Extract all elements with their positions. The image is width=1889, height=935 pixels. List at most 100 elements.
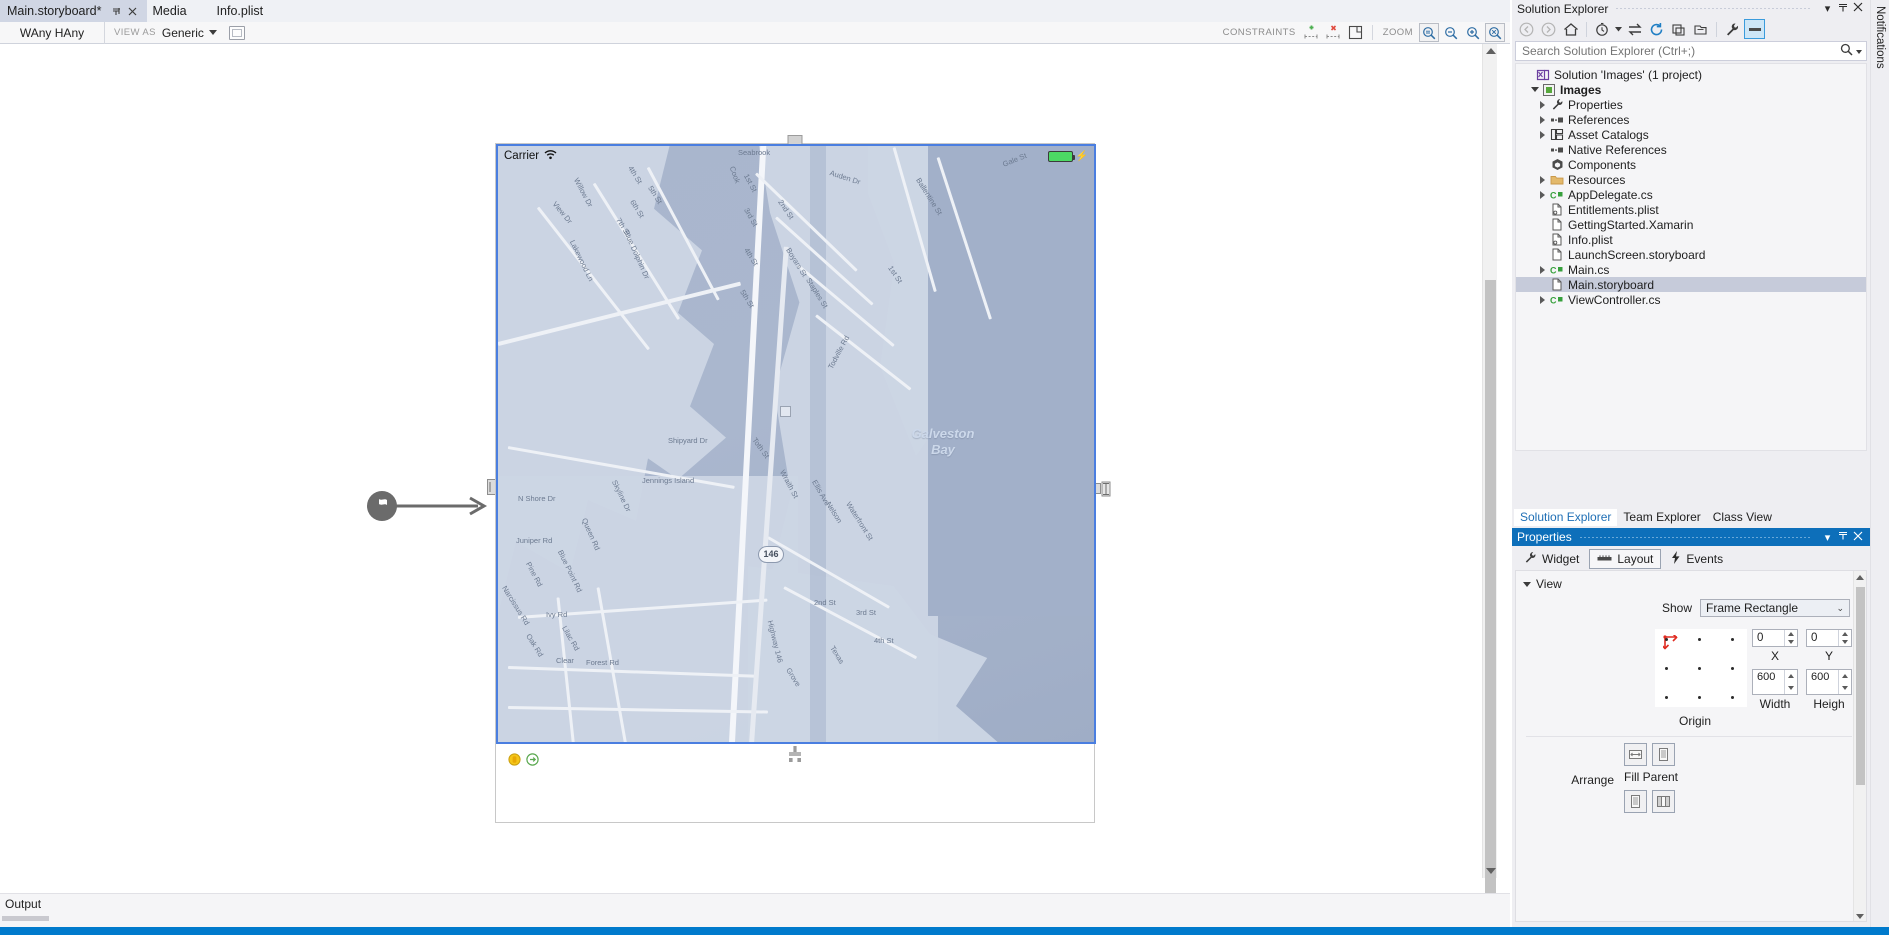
stepper-down-icon[interactable] bbox=[1788, 640, 1794, 644]
size-class-button[interactable]: WAny HAny bbox=[0, 22, 105, 44]
stepper-down-icon[interactable] bbox=[1842, 640, 1848, 644]
anchor-dot[interactable] bbox=[1665, 638, 1668, 641]
x-value[interactable]: 0 bbox=[1753, 630, 1784, 646]
tree-expander[interactable] bbox=[1536, 191, 1549, 199]
back-icon[interactable] bbox=[1516, 19, 1537, 39]
close-icon[interactable] bbox=[126, 6, 140, 17]
scroll-up-icon[interactable] bbox=[1486, 48, 1496, 54]
pin-icon[interactable] bbox=[1835, 2, 1850, 16]
tree-item-viewcontroller-cs[interactable]: C ViewController.cs bbox=[1516, 292, 1866, 307]
fill-horizontal-icon[interactable] bbox=[1624, 743, 1647, 766]
home-icon[interactable] bbox=[1560, 19, 1581, 39]
tree-item-solution[interactable]: Solution 'Images' (1 project) bbox=[1516, 67, 1866, 82]
solution-explorer-tree[interactable]: Solution 'Images' (1 project) Images Pro… bbox=[1515, 63, 1867, 451]
tree-item-components[interactable]: Components bbox=[1516, 157, 1866, 172]
stepper-up-icon[interactable] bbox=[1842, 632, 1848, 636]
stepper-up-icon[interactable] bbox=[1842, 674, 1848, 678]
height-value[interactable]: 600 bbox=[1807, 670, 1838, 694]
tab-team-explorer[interactable]: Team Explorer bbox=[1617, 509, 1706, 526]
tree-item-gettingstarted-xamarin[interactable]: GettingStarted.Xamarin bbox=[1516, 217, 1866, 232]
tree-item-entitlements-plist[interactable]: Entitlements.plist bbox=[1516, 202, 1866, 217]
exit-segue-icon[interactable] bbox=[526, 753, 539, 769]
anchor-dot[interactable] bbox=[1665, 667, 1668, 670]
stepper-down-icon[interactable] bbox=[1788, 686, 1794, 690]
width-value[interactable]: 600 bbox=[1753, 670, 1784, 694]
tree-item-asset-catalogs[interactable]: Asset Catalogs bbox=[1516, 127, 1866, 142]
tab-events[interactable]: Events bbox=[1663, 548, 1731, 570]
frame-constraint-icon[interactable] bbox=[1346, 24, 1366, 42]
tree-item-native-references[interactable]: Native References bbox=[1516, 142, 1866, 157]
view-controller-scene[interactable]: Seabrook Gale St Ballentine St Auden Dr … bbox=[495, 143, 1095, 823]
tree-item-properties[interactable]: Properties bbox=[1516, 97, 1866, 112]
arrange-horizontal-icon[interactable] bbox=[1652, 790, 1675, 813]
pending-changes-icon[interactable] bbox=[1592, 19, 1613, 39]
constraints-anchor-icon[interactable] bbox=[786, 746, 804, 767]
center-alignment-handle[interactable] bbox=[780, 406, 791, 417]
tree-item-info-plist[interactable]: Info.plist bbox=[1516, 232, 1866, 247]
arrange-vertical-icon[interactable] bbox=[1624, 790, 1647, 813]
view-as-dropdown[interactable]: Generic bbox=[162, 26, 217, 40]
tree-item-images-project[interactable]: Images bbox=[1516, 82, 1866, 97]
notifications-strip[interactable]: Notifications bbox=[1870, 0, 1889, 935]
output-tab-handle[interactable] bbox=[2, 916, 49, 921]
scroll-down-icon[interactable] bbox=[1856, 914, 1864, 919]
editor-tab-media[interactable]: Media bbox=[147, 0, 211, 22]
forward-icon[interactable] bbox=[1538, 19, 1559, 39]
y-stepper[interactable]: 0 bbox=[1806, 629, 1852, 647]
anchor-dot[interactable] bbox=[1731, 638, 1734, 641]
anchor-dot[interactable] bbox=[1698, 667, 1701, 670]
tree-expander[interactable] bbox=[1536, 296, 1549, 304]
height-stepper[interactable]: 600 bbox=[1806, 669, 1852, 695]
tree-expander[interactable] bbox=[1536, 266, 1549, 274]
zoom-in-icon[interactable] bbox=[1463, 23, 1483, 42]
device-icon[interactable] bbox=[229, 26, 245, 40]
y-stepper-buttons[interactable] bbox=[1838, 630, 1851, 646]
chevron-down-icon[interactable] bbox=[1614, 19, 1623, 39]
initial-view-controller-arrow[interactable] bbox=[366, 486, 496, 529]
y-value[interactable]: 0 bbox=[1807, 630, 1838, 646]
stepper-up-icon[interactable] bbox=[1788, 632, 1794, 636]
anchor-dot[interactable] bbox=[1731, 667, 1734, 670]
preview-selected-items-icon[interactable] bbox=[1744, 19, 1765, 39]
zoom-reset-icon[interactable] bbox=[1485, 23, 1505, 42]
tab-layout[interactable]: Layout bbox=[1589, 549, 1661, 569]
tree-item-main-cs[interactable]: C Main.cs bbox=[1516, 262, 1866, 277]
show-dropdown[interactable]: Frame Rectangle ⌄ bbox=[1700, 599, 1850, 617]
anchor-dot[interactable] bbox=[1698, 638, 1701, 641]
tab-class-view[interactable]: Class View bbox=[1707, 509, 1778, 526]
chevron-down-icon[interactable]: ▾ bbox=[1820, 2, 1835, 15]
refresh-icon[interactable] bbox=[1646, 19, 1667, 39]
chevron-down-icon[interactable] bbox=[1856, 44, 1862, 58]
tree-item-resources[interactable]: Resources bbox=[1516, 172, 1866, 187]
vertical-scroll-thumb[interactable] bbox=[1485, 280, 1496, 910]
zoom-out-icon[interactable] bbox=[1441, 23, 1461, 42]
properties-icon[interactable] bbox=[1722, 19, 1743, 39]
section-view-header[interactable]: View bbox=[1516, 571, 1866, 593]
chevron-down-icon[interactable]: ▾ bbox=[1820, 531, 1835, 544]
height-stepper-buttons[interactable] bbox=[1838, 670, 1851, 694]
panel-drag-grip[interactable] bbox=[1580, 537, 1812, 538]
storyboard-design-canvas[interactable]: Seabrook Gale St Ballentine St Auden Dr … bbox=[0, 44, 1497, 878]
tree-expander[interactable] bbox=[1536, 176, 1549, 184]
output-window-bar[interactable]: Output bbox=[0, 893, 1510, 927]
x-stepper-buttons[interactable] bbox=[1784, 630, 1797, 646]
device-screen[interactable]: Seabrook Gale St Ballentine St Auden Dr … bbox=[496, 144, 1096, 744]
magnifier-icon[interactable] bbox=[1840, 43, 1853, 59]
close-icon[interactable] bbox=[1850, 531, 1865, 544]
tab-solution-explorer[interactable]: Solution Explorer bbox=[1514, 509, 1617, 526]
tree-item-appdelegate-cs[interactable]: C AppDelegate.cs bbox=[1516, 187, 1866, 202]
tree-expander[interactable] bbox=[1536, 116, 1549, 124]
stepper-down-icon[interactable] bbox=[1842, 686, 1848, 690]
panel-drag-grip[interactable] bbox=[1616, 8, 1812, 9]
anchor-dot[interactable] bbox=[1665, 696, 1668, 699]
tree-item-references[interactable]: References bbox=[1516, 112, 1866, 127]
tree-expander[interactable] bbox=[1536, 131, 1549, 139]
tab-widget[interactable]: Widget bbox=[1516, 548, 1587, 570]
tree-expander[interactable] bbox=[1536, 101, 1549, 109]
tree-expander[interactable] bbox=[1528, 87, 1541, 92]
stepper-up-icon[interactable] bbox=[1788, 674, 1794, 678]
fill-vertical-icon[interactable] bbox=[1652, 743, 1675, 766]
zoom-fit-icon[interactable] bbox=[1419, 23, 1439, 42]
properties-scroll-thumb[interactable] bbox=[1856, 587, 1865, 785]
editor-tab-info-plist[interactable]: Info.plist bbox=[211, 0, 288, 22]
